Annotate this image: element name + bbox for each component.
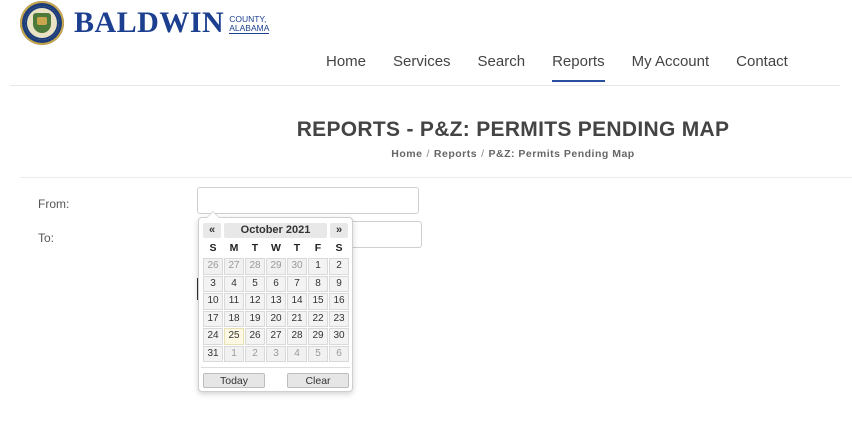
day-cell[interactable]: 21 xyxy=(287,310,307,327)
day-cell[interactable]: 1 xyxy=(224,345,244,362)
nav-home[interactable]: Home xyxy=(326,53,366,82)
day-cell[interactable]: 3 xyxy=(203,275,223,292)
from-label: From: xyxy=(38,197,70,211)
from-date-input[interactable] xyxy=(197,187,419,214)
month-title[interactable]: October 2021 xyxy=(224,223,327,238)
weekday-label: M xyxy=(229,242,239,254)
breadcrumb-separator: / xyxy=(426,148,430,160)
breadcrumb-reports[interactable]: Reports xyxy=(434,148,477,160)
day-cell[interactable]: 15 xyxy=(308,293,328,310)
county-seal-icon xyxy=(20,1,64,45)
day-cell[interactable]: 10 xyxy=(203,293,223,310)
brand-state: ALABAMA xyxy=(229,22,270,34)
day-cell[interactable]: 17 xyxy=(203,310,223,327)
day-cell[interactable]: 4 xyxy=(224,275,244,292)
title-divider xyxy=(20,177,852,178)
breadcrumb-home[interactable]: Home xyxy=(391,148,422,160)
day-cell-today[interactable]: 25 xyxy=(224,328,244,345)
weekday-label: W xyxy=(271,242,281,254)
day-cell[interactable]: 26 xyxy=(245,328,265,345)
breadcrumb-separator: / xyxy=(481,148,485,160)
day-cell[interactable]: 12 xyxy=(245,293,265,310)
day-cell[interactable]: 1 xyxy=(308,258,328,275)
brand-name: BALDWIN xyxy=(74,6,225,39)
day-cell[interactable]: 5 xyxy=(245,275,265,292)
breadcrumb: Home / Reports / P&Z: Permits Pending Map xyxy=(0,148,852,160)
weekday-label: S xyxy=(335,242,343,254)
day-cell[interactable]: 2 xyxy=(245,345,265,362)
day-cell[interactable]: 13 xyxy=(266,293,286,310)
day-cell[interactable]: 7 xyxy=(287,275,307,292)
day-cell[interactable]: 27 xyxy=(224,258,244,275)
weekday-label: F xyxy=(314,242,322,254)
day-cell[interactable]: 4 xyxy=(287,345,307,362)
datepicker-popup: « October 2021 » SMTWTFS 26 27 28 29 30 1 2 3 4 5… xyxy=(198,211,353,392)
day-cell[interactable]: 28 xyxy=(245,258,265,275)
brand-subtitle: COUNTY, ALABAMA xyxy=(229,14,270,34)
day-cell[interactable]: 6 xyxy=(266,275,286,292)
day-cell[interactable]: 11 xyxy=(224,293,244,310)
day-cell[interactable]: 6 xyxy=(329,345,349,362)
nav-contact[interactable]: Contact xyxy=(736,53,788,82)
day-cell[interactable]: 5 xyxy=(308,345,328,362)
day-cell[interactable]: 30 xyxy=(287,258,307,275)
day-cell[interactable]: 23 xyxy=(329,310,349,327)
weekday-label: T xyxy=(293,242,301,254)
datepicker-divider xyxy=(201,367,350,368)
day-grid: 26 27 28 29 30 1 2 3 4 5 6 7 8 9 10 11 12 13 14 15 16 17 18 19 2… xyxy=(203,258,349,362)
county-logo[interactable]: BALDWIN COUNTY, ALABAMA xyxy=(20,0,270,46)
day-cell[interactable]: 31 xyxy=(203,345,223,362)
next-month-button[interactable]: » xyxy=(330,223,348,238)
day-cell[interactable]: 19 xyxy=(245,310,265,327)
to-label: To: xyxy=(38,231,55,245)
weekday-row: SMTWTFS xyxy=(203,242,349,254)
day-cell[interactable]: 14 xyxy=(287,293,307,310)
nav-search[interactable]: Search xyxy=(478,53,526,82)
day-cell[interactable]: 29 xyxy=(266,258,286,275)
day-cell[interactable]: 28 xyxy=(287,328,307,345)
page-title: REPORTS - P&Z: PERMITS PENDING MAP xyxy=(296,118,730,141)
weekday-label: S xyxy=(209,242,217,254)
day-cell[interactable]: 29 xyxy=(308,328,328,345)
day-cell[interactable]: 27 xyxy=(266,328,286,345)
datepicker-header: « October 2021 » xyxy=(203,223,348,238)
nav-reports[interactable]: Reports xyxy=(552,53,605,82)
nav-services[interactable]: Services xyxy=(393,53,451,82)
prev-month-button[interactable]: « xyxy=(203,223,221,238)
day-cell[interactable]: 20 xyxy=(266,310,286,327)
header-divider xyxy=(10,85,840,86)
nav-my-account[interactable]: My Account xyxy=(632,53,710,82)
day-cell[interactable]: 26 xyxy=(203,258,223,275)
day-cell[interactable]: 3 xyxy=(266,345,286,362)
day-cell[interactable]: 8 xyxy=(308,275,328,292)
weekday-label: T xyxy=(251,242,259,254)
clear-button[interactable]: Clear xyxy=(287,373,349,388)
today-button[interactable]: Today xyxy=(203,373,265,388)
day-cell[interactable]: 18 xyxy=(224,310,244,327)
day-cell[interactable]: 2 xyxy=(329,258,349,275)
breadcrumb-current: P&Z: Permits Pending Map xyxy=(488,148,635,160)
day-cell[interactable]: 30 xyxy=(329,328,349,345)
day-cell[interactable]: 9 xyxy=(329,275,349,292)
day-cell[interactable]: 16 xyxy=(329,293,349,310)
day-cell[interactable]: 22 xyxy=(308,310,328,327)
main-nav: Home Services Search Reports My Account … xyxy=(326,53,815,82)
day-cell[interactable]: 24 xyxy=(203,328,223,345)
